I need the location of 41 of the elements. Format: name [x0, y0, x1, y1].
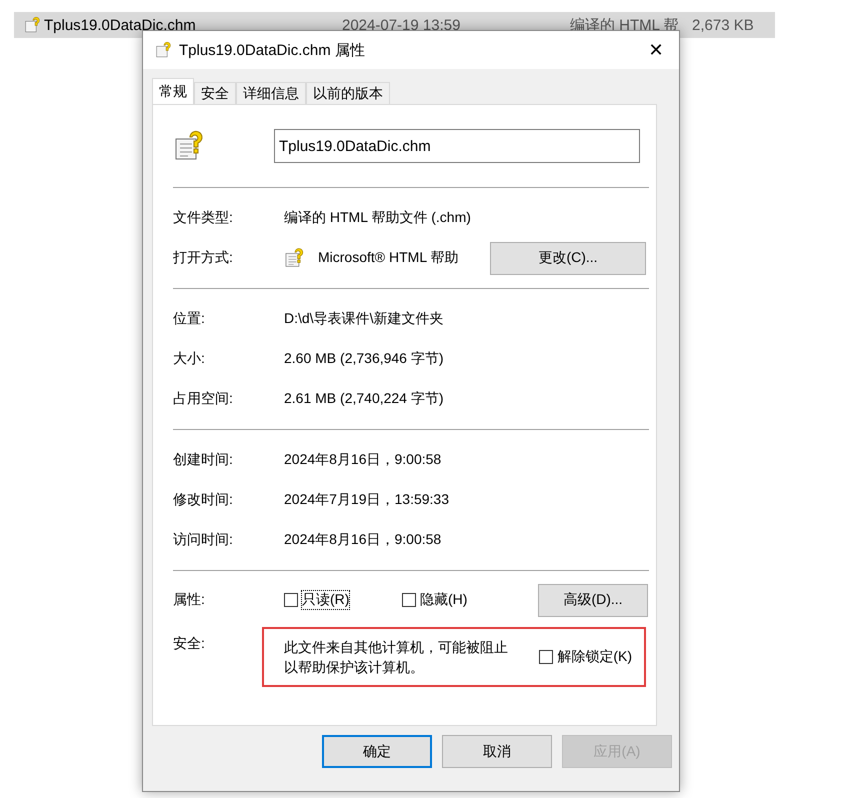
- window-title: Tplus19.0DataDic.chm 属性: [179, 40, 365, 60]
- field-value: 2.60 MB (2,736,946 字节): [284, 350, 444, 368]
- field-label: 打开方式:: [173, 249, 234, 267]
- field-label: 位置:: [173, 310, 206, 328]
- field-value: 2024年7月19日，13:59:33: [284, 491, 449, 509]
- field-label: 安全:: [173, 634, 206, 653]
- checkbox-label[interactable]: 解除锁定(K): [557, 648, 632, 666]
- help-file-icon: [155, 41, 173, 59]
- advanced-button[interactable]: 高级(D)...: [538, 584, 648, 616]
- file-name-field[interactable]: Tplus19.0DataDic.chm: [274, 129, 640, 163]
- field-label: 访问时间:: [173, 531, 234, 549]
- checkbox[interactable]: [284, 593, 298, 607]
- field-value: 2.61 MB (2,740,224 字节): [284, 390, 444, 408]
- security-message: 此文件来自其他计算机，可能被阻止以帮助保护该计算机。: [284, 638, 509, 677]
- file-date: 2024-07-19 13:59: [342, 16, 460, 34]
- tab[interactable]: 常规: [152, 78, 194, 104]
- checkbox-label[interactable]: 只读(R): [302, 591, 350, 609]
- field-label: 占用空间:: [173, 390, 234, 408]
- change-button[interactable]: 更改(C)...: [490, 242, 646, 274]
- field-value: 2024年8月16日，9:00:58: [284, 531, 442, 549]
- field-label: 修改时间:: [173, 491, 234, 509]
- field-value: Microsoft® HTML 帮助: [318, 249, 458, 267]
- tab[interactable]: 安全: [194, 82, 236, 104]
- field-value: 编译的 HTML 帮助文件 (.chm): [284, 209, 471, 227]
- help-file-icon: [24, 16, 42, 34]
- field-value: D:\d\导表课件\新建文件夹: [284, 310, 444, 328]
- file-size: 2,673 KB: [692, 16, 754, 34]
- field-label: 属性:: [173, 591, 206, 609]
- tab[interactable]: 详细信息: [236, 82, 306, 104]
- checkbox[interactable]: [539, 650, 554, 664]
- dialog-button[interactable]: 确定: [322, 735, 432, 768]
- help-file-icon: [284, 247, 306, 269]
- checkbox-label[interactable]: 隐藏(H): [420, 591, 468, 609]
- field-value: 2024年8月16日，9:00:58: [284, 451, 442, 469]
- checkbox[interactable]: [402, 593, 416, 607]
- field-label: 文件类型:: [173, 209, 234, 227]
- dialog-button[interactable]: 取消: [442, 735, 552, 768]
- field-label: 创建时间:: [173, 451, 234, 469]
- field-label: 大小:: [173, 350, 206, 368]
- file-name: Tplus19.0DataDic.chm: [44, 16, 196, 34]
- tab[interactable]: 以前的版本: [306, 82, 390, 104]
